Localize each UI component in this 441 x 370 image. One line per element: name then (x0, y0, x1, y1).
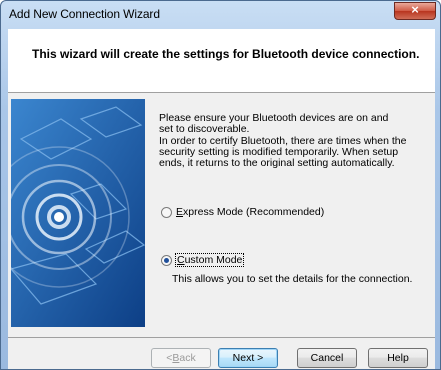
security-note-text: In order to certify Bluetooth, there are… (159, 135, 407, 169)
wizard-header: This wizard will create the settings for… (8, 29, 435, 93)
custom-mode-radio[interactable] (161, 254, 172, 266)
close-icon: × (411, 2, 419, 17)
custom-mode-description: This allows you to set the details for t… (172, 273, 413, 285)
client-area: This wizard will create the settings for… (8, 29, 435, 369)
express-mode-label[interactable]: Express Mode (Recommended) (176, 206, 324, 218)
close-button[interactable]: × (394, 2, 436, 20)
button-bar: < Back Next > Cancel Help (8, 337, 435, 369)
wizard-window: Add New Connection Wizard × This wizard … (0, 0, 441, 370)
window-title: Add New Connection Wizard (9, 7, 160, 21)
wizard-body: Please ensure your Bluetooth devices are… (8, 93, 435, 337)
instruction-text: Please ensure your Bluetooth devices are… (159, 112, 389, 135)
custom-mode-label[interactable]: Custom Mode (174, 253, 245, 267)
next-button[interactable]: Next > (218, 348, 278, 368)
help-button[interactable]: Help (368, 348, 428, 368)
express-mode-radio[interactable] (161, 206, 172, 218)
title-bar[interactable]: Add New Connection Wizard × (1, 1, 440, 29)
custom-mode-option[interactable]: Custom Mode (161, 253, 245, 267)
cancel-button[interactable]: Cancel (297, 348, 357, 368)
express-mode-option[interactable]: Express Mode (Recommended) (161, 206, 324, 218)
back-button[interactable]: < Back (151, 348, 211, 368)
header-text: This wizard will create the settings for… (32, 47, 420, 61)
bluetooth-wave-illustration (11, 99, 145, 327)
